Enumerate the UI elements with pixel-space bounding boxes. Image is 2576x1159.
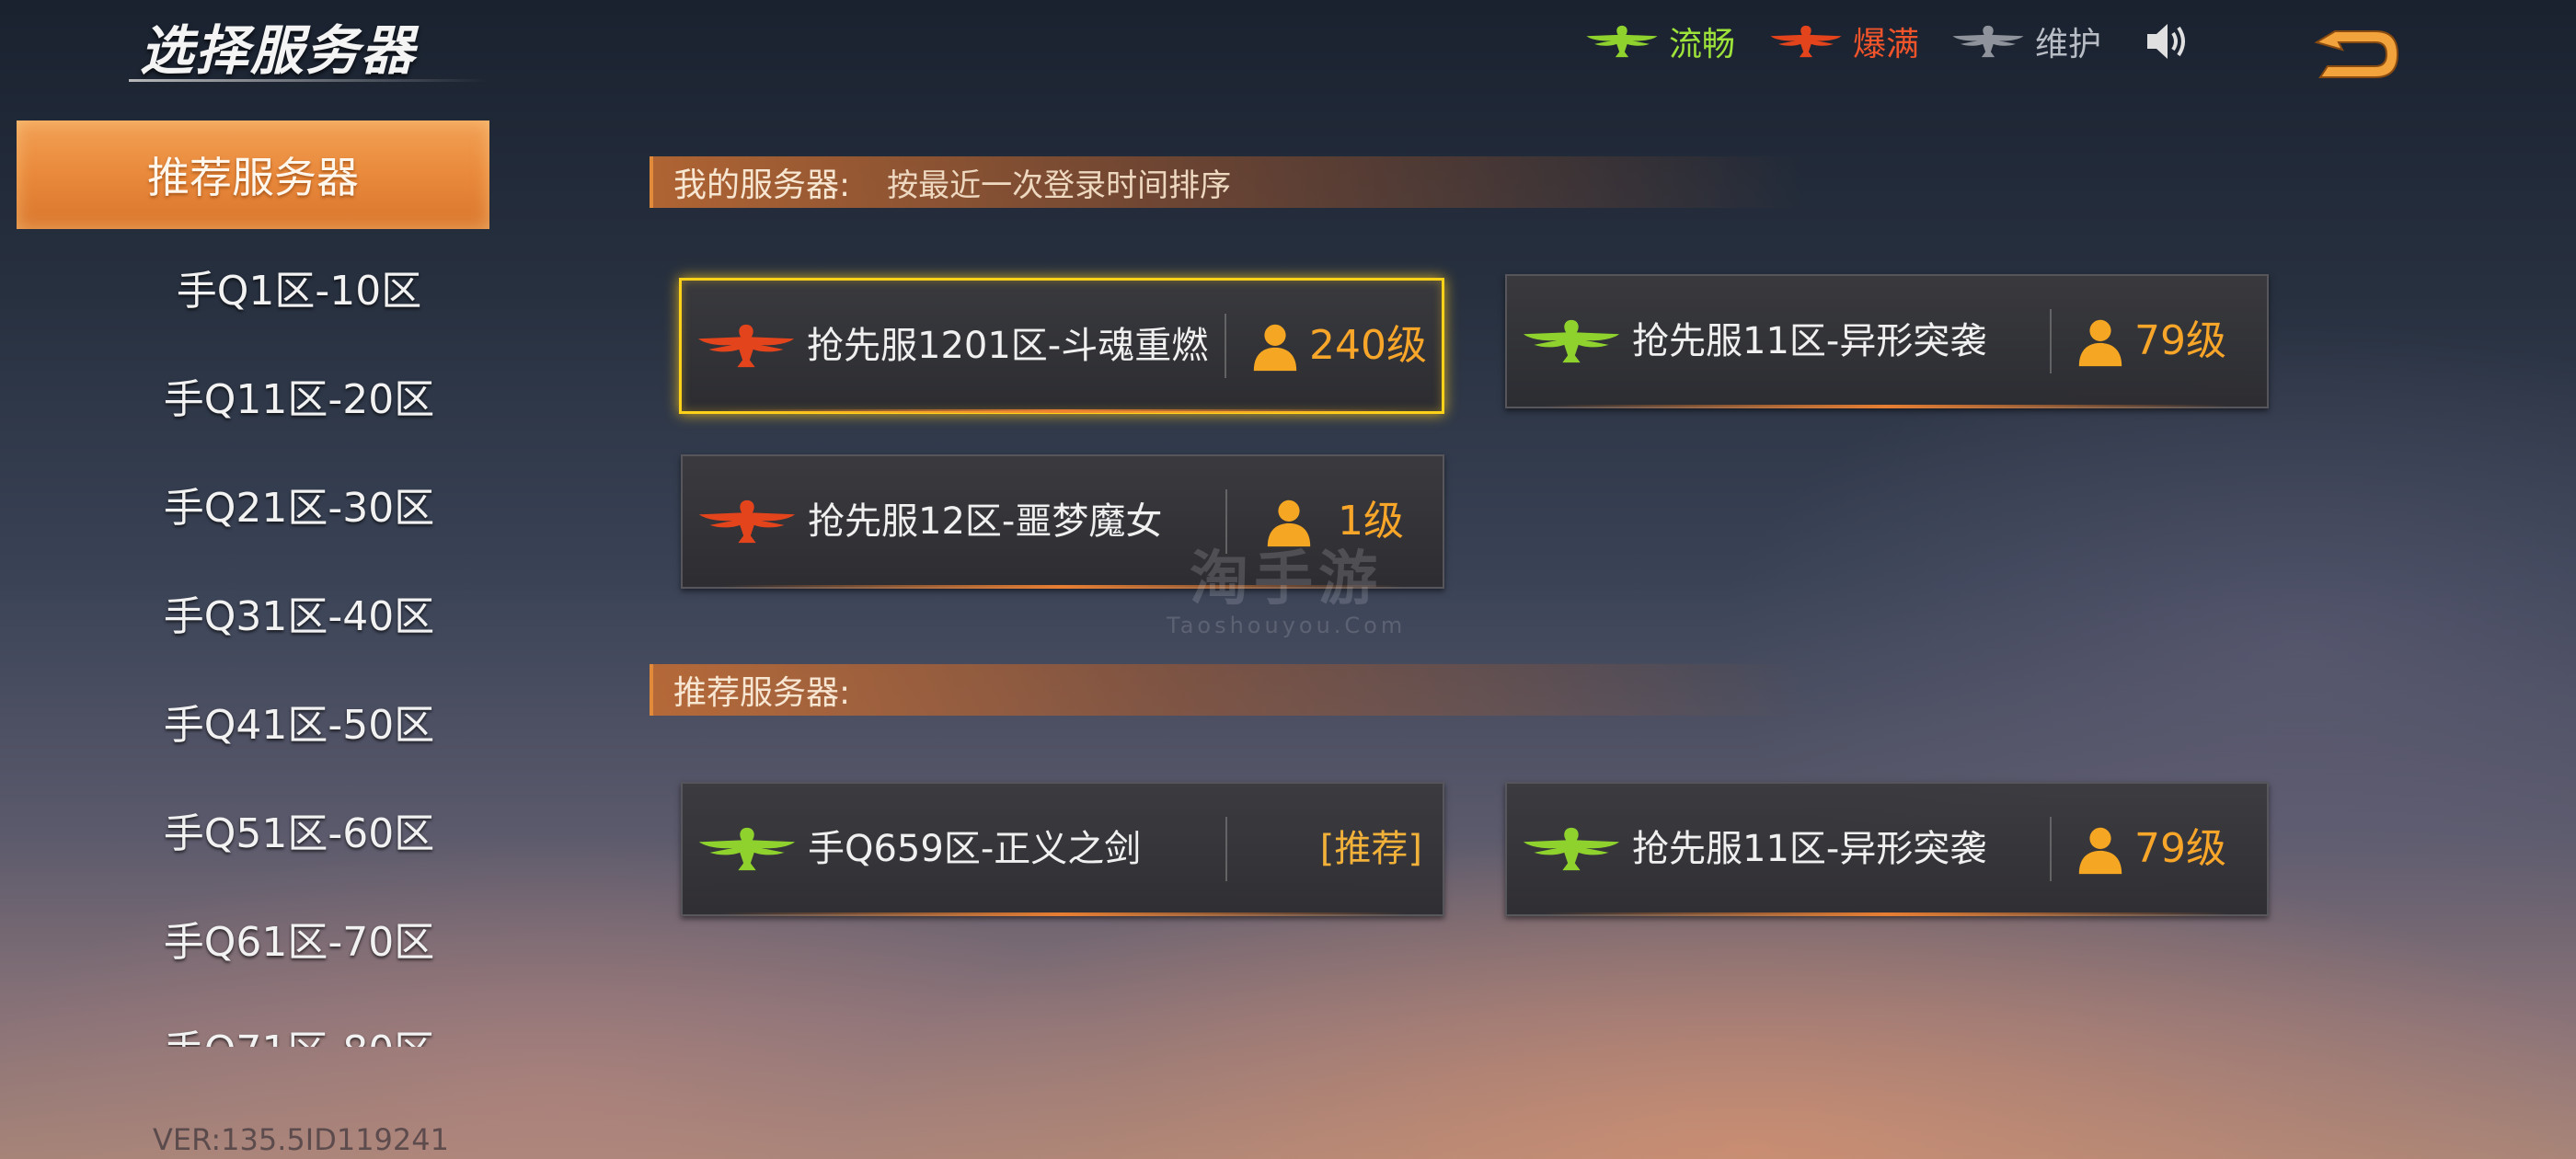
server-name: 抢先服11区-异形突袭 <box>1632 828 1987 870</box>
sidebar-item[interactable]: 手Q11区-20区 <box>0 366 497 425</box>
server-card-selected[interactable]: 抢先服1201区-斗魂重燃 240级 <box>679 278 1444 414</box>
my-servers-header: 我的服务器: 按最近一次登录时间排序 <box>650 156 1803 208</box>
server-card[interactable]: 手Q659区-正义之剑 [推荐] <box>681 782 1444 916</box>
recommended-label: 推荐服务器: <box>673 674 851 712</box>
return-arrow-icon[interactable] <box>2311 24 2403 85</box>
page-title: 选择服务器 <box>140 19 417 82</box>
sidebar-item[interactable]: 手Q21区-30区 <box>0 475 497 534</box>
player-icon <box>1248 319 1302 373</box>
watermark-sub: Taoshouyou.Com <box>1167 613 1407 638</box>
legend-full-label: 爆满 <box>1853 26 1920 63</box>
recommended-header: 推荐服务器: <box>650 664 1803 716</box>
sidebar-item-recommended[interactable]: 推荐服务器 <box>17 120 489 229</box>
sidebar-item[interactable]: 手Q31区-40区 <box>0 583 497 642</box>
speaker-icon[interactable] <box>2144 20 2190 63</box>
server-group-sidebar: 推荐服务器 手Q1区-10区 手Q11区-20区 手Q21区-30区 手Q31区… <box>0 118 497 1047</box>
legend-maintenance: 维护 <box>1949 17 2101 66</box>
legend-maintenance-label: 维护 <box>2035 26 2102 63</box>
server-card[interactable]: 抢先服11区-异形突袭 79级 <box>1505 274 2269 408</box>
sidebar-item[interactable]: 手Q51区-60区 <box>0 800 497 859</box>
eagle-red-icon <box>693 321 799 371</box>
sort-note: 按最近一次登录时间排序 <box>887 166 1232 204</box>
card-divider <box>1225 817 1227 881</box>
player-icon <box>2074 315 2127 368</box>
eagle-green-icon <box>1518 316 1625 366</box>
sidebar-item[interactable]: 手Q71区-80区 <box>0 1017 497 1047</box>
server-card[interactable]: 抢先服11区-异形突袭 79级 <box>1505 782 2269 916</box>
sidebar-item[interactable]: 手Q61区-70区 <box>0 909 497 968</box>
eagle-red-icon <box>694 497 800 546</box>
legend-smooth: 流畅 <box>1582 17 1735 66</box>
legend-full: 爆满 <box>1766 17 1919 66</box>
recommended-tag: [推荐] <box>1319 828 1422 870</box>
eagle-green-icon <box>1518 824 1625 874</box>
watermark: 淘手游 Taoshouyou.Com <box>1167 532 1406 638</box>
eagle-gray-icon <box>1949 23 2028 60</box>
eagle-green-icon <box>694 824 800 874</box>
eagle-red-icon <box>1766 23 1846 60</box>
card-divider <box>1225 314 1226 378</box>
eagle-green-icon <box>1582 23 1662 60</box>
sidebar-item[interactable]: 手Q41区-50区 <box>0 692 497 751</box>
player-icon <box>2074 822 2127 876</box>
my-servers-label: 我的服务器: <box>673 166 851 204</box>
legend-smooth-label: 流畅 <box>1669 26 1736 63</box>
player-level: 240级 <box>1309 322 1427 369</box>
watermark-main: 淘手游 <box>1190 545 1384 614</box>
title-underline <box>129 79 488 82</box>
player-level: 79级 <box>2134 317 2226 364</box>
sidebar-item[interactable]: 手Q1区-10区 <box>0 258 497 316</box>
player-level: 79级 <box>2134 825 2226 872</box>
server-name: 抢先服11区-异形突袭 <box>1632 320 1987 362</box>
card-divider <box>2050 309 2052 373</box>
server-name: 抢先服12区-噩梦魔女 <box>808 500 1163 543</box>
server-name: 手Q659区-正义之剑 <box>808 828 1142 870</box>
version-label: VER:135.5ID119241 <box>153 1122 449 1157</box>
server-name: 抢先服1201区-斗魂重燃 <box>807 325 1209 367</box>
card-divider <box>2050 817 2052 881</box>
